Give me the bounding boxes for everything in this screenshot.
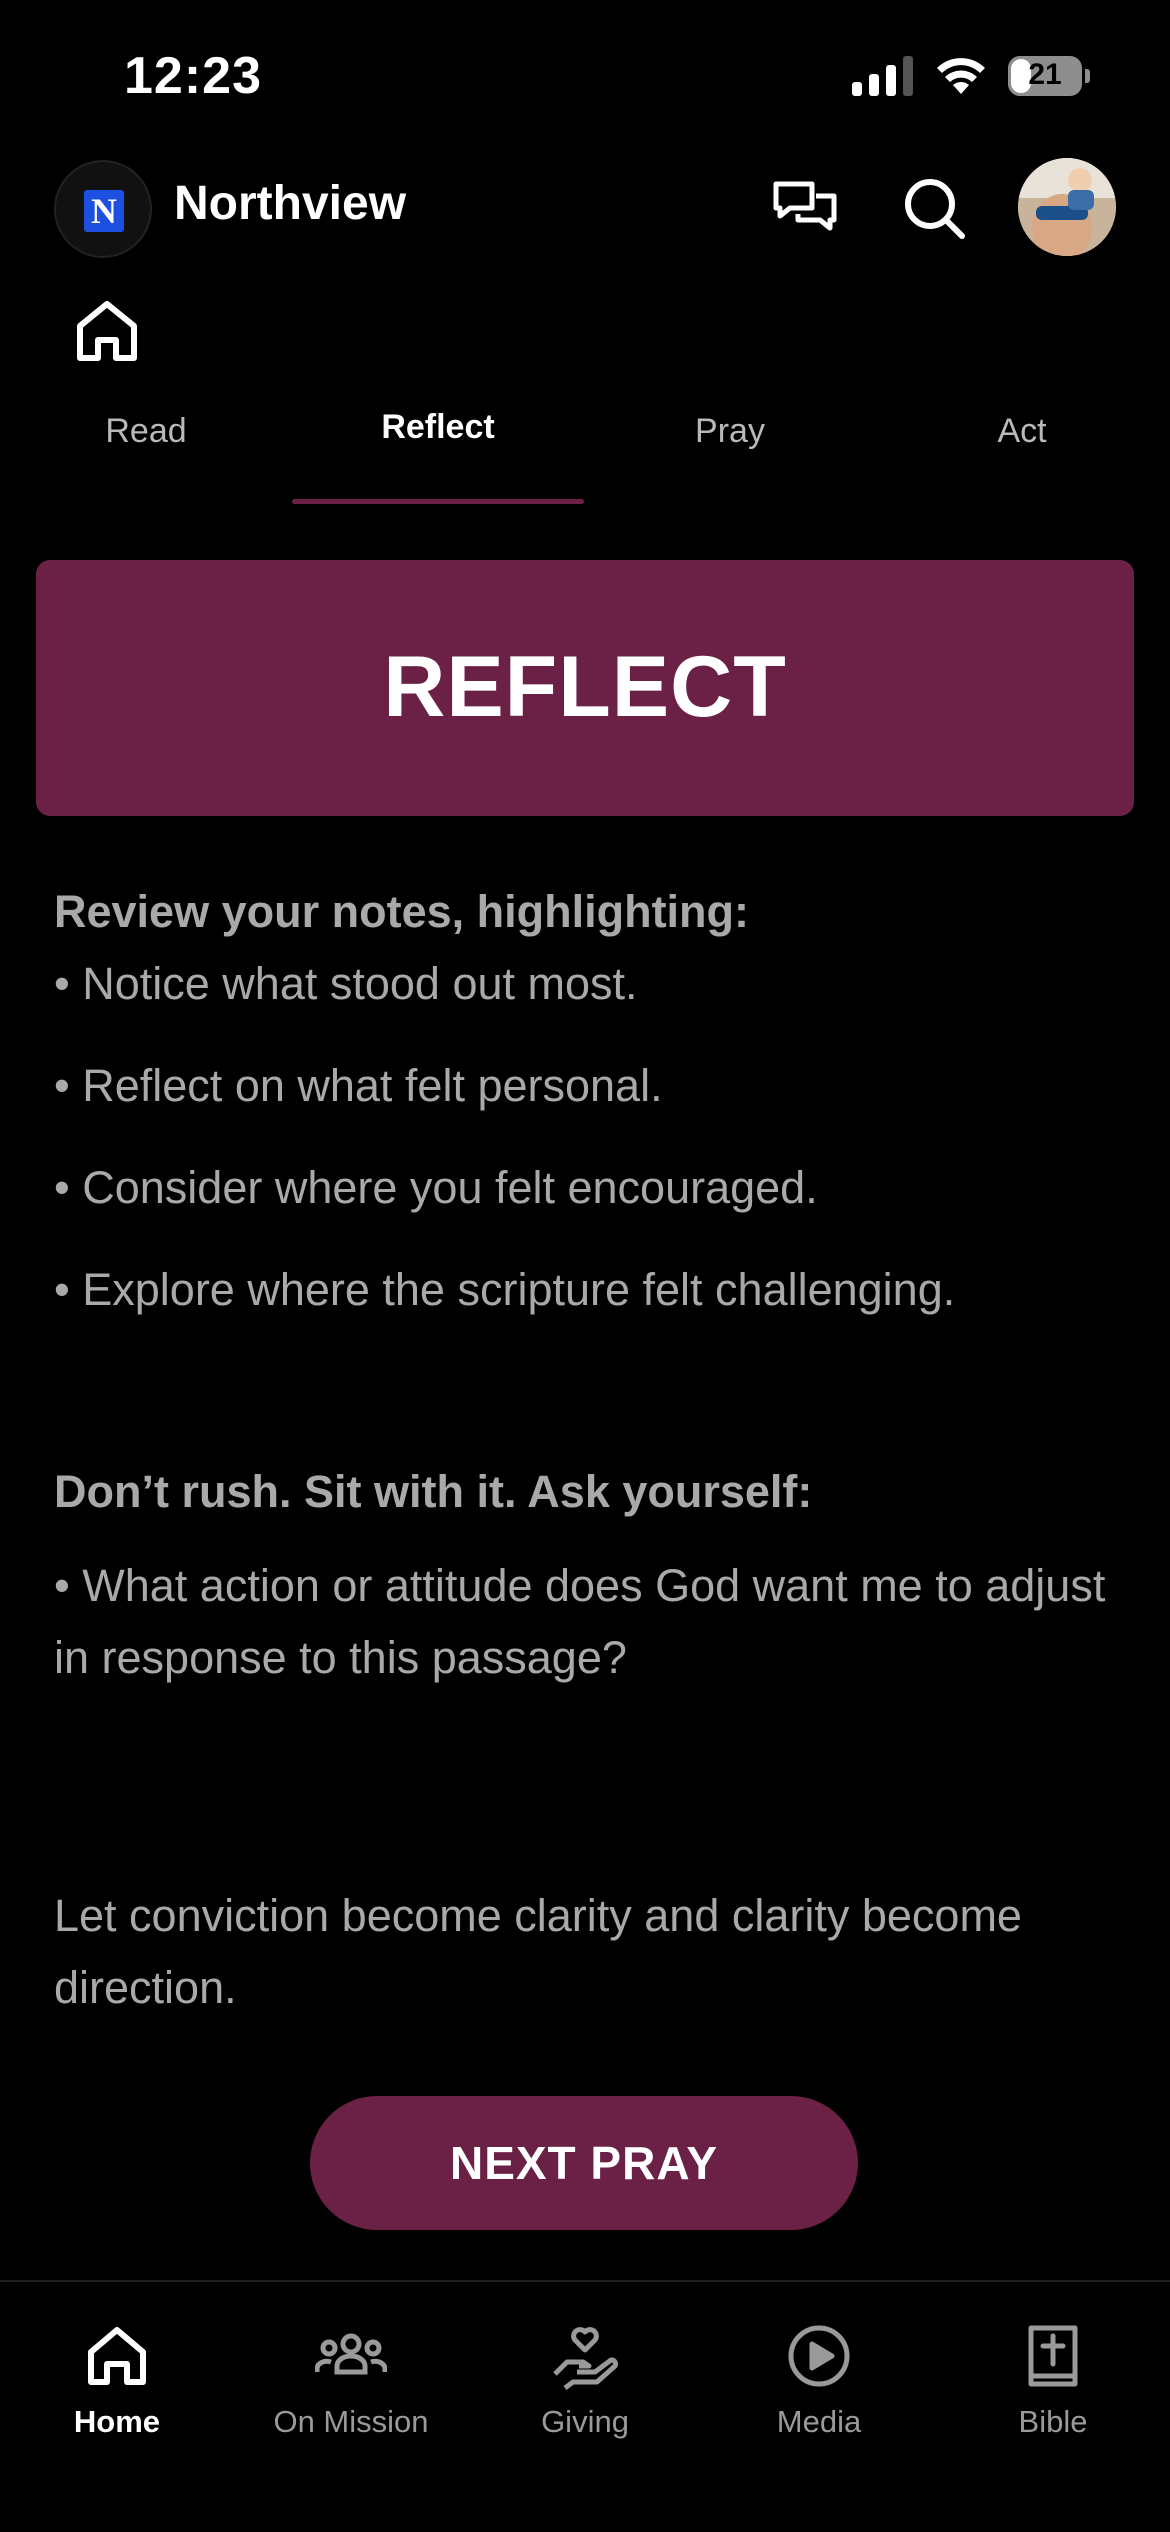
giving-hand-heart-icon [553,2327,619,2390]
nav-on-mission[interactable]: On Mission [234,2302,468,2452]
user-avatar[interactable] [1018,158,1116,256]
review-heading: Review your notes, highlighting: [54,886,750,937]
nav-home[interactable]: Home [0,2302,234,2452]
battery-icon: 21 [1008,56,1090,98]
list-item: • Reflect on what felt personal. [54,1060,663,1111]
nav-label: On Mission [273,2404,429,2439]
battery-level: 21 [1028,58,1062,91]
play-circle-icon [788,2325,850,2387]
closing-text: Let conviction become clarity and clarit… [54,1890,1022,2013]
app-screen: 12:23 21 N Northview Read Reflect Pray A… [0,0,1170,2532]
ask-heading: Don’t rush. Sit with it. Ask yourself: [54,1466,813,1517]
bible-cross-icon [1028,2325,1078,2387]
active-tab-indicator [292,499,584,504]
reflection-question: • What action or attitude does God want … [54,1560,1106,1683]
tab-read[interactable]: Read [0,412,292,451]
banner-title: REFLECT [383,639,787,735]
tab-act[interactable]: Act [876,412,1168,451]
status-time: 12:23 [124,47,262,105]
app-logo[interactable]: N [54,160,152,258]
wifi-icon [937,58,985,94]
tab-pray[interactable]: Pray [584,412,876,451]
cellular-signal-icon [852,56,913,96]
logo-letter: N [84,190,124,232]
nav-giving[interactable]: Giving [468,2302,702,2452]
section-banner: REFLECT [36,560,1134,816]
app-title: Northview [174,177,407,230]
section-tabs: Read Reflect Pray Act [0,400,1170,510]
app-header: N Northview [0,150,1170,270]
home-indicator [390,2496,780,2508]
list-item: • Notice what stood out most. [54,958,638,1009]
nav-media[interactable]: Media [702,2302,936,2452]
nav-bible[interactable]: Bible [936,2302,1170,2452]
nav-label: Giving [541,2404,629,2439]
home-icon [88,2327,146,2385]
bottom-nav: Home On Mission Giving Media Bible [0,2280,1170,2532]
people-icon [315,2333,387,2375]
nav-label: Media [776,2404,862,2439]
nav-label: Bible [1018,2404,1088,2439]
list-item: • Explore where the scripture felt chall… [54,1264,956,1315]
chat-icon[interactable] [770,174,840,244]
home-icon[interactable] [72,296,142,366]
tab-reflect[interactable]: Reflect [292,408,584,447]
list-item: • Consider where you felt encouraged. [54,1162,818,1213]
status-bar: 12:23 21 [0,0,1170,150]
search-icon[interactable] [900,174,970,244]
next-pray-button[interactable]: NEXT PRAY [310,2096,858,2230]
nav-label: Home [73,2404,161,2439]
